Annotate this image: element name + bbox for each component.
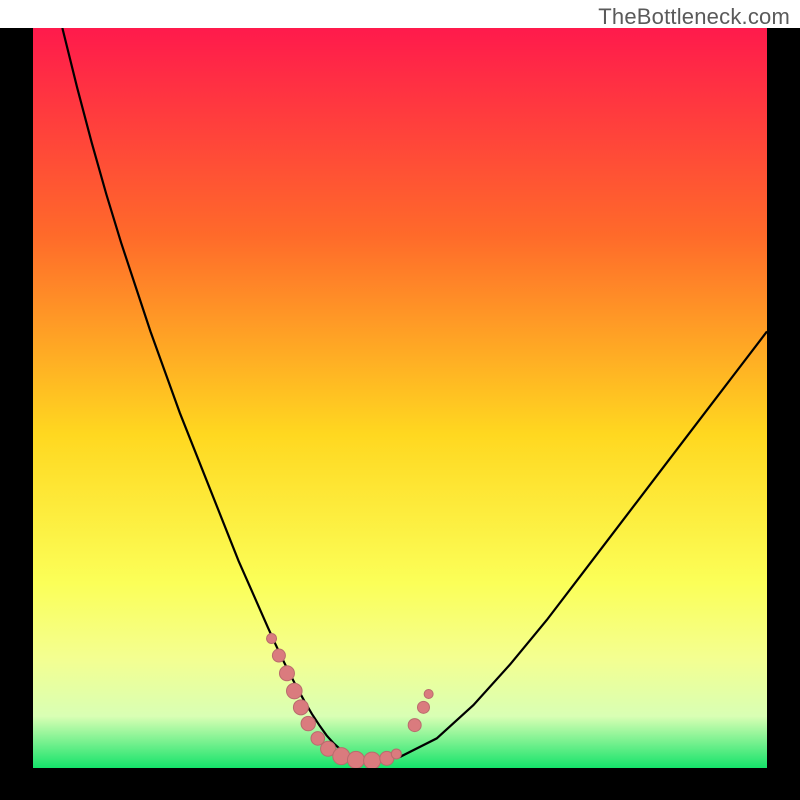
- data-marker: [391, 749, 401, 759]
- data-marker: [287, 683, 303, 699]
- data-marker: [267, 634, 277, 644]
- watermark-text: TheBottleneck.com: [598, 4, 790, 30]
- data-marker: [347, 751, 364, 768]
- chart-plot-area: [33, 28, 767, 768]
- data-marker: [417, 701, 429, 713]
- data-marker: [279, 666, 294, 681]
- data-marker: [364, 752, 381, 768]
- data-marker: [301, 716, 315, 730]
- data-marker: [333, 748, 350, 765]
- data-marker: [272, 649, 285, 662]
- data-marker: [424, 690, 433, 699]
- bottleneck-chart-svg: [33, 28, 767, 768]
- chart-frame: [0, 28, 800, 800]
- data-marker: [293, 700, 308, 715]
- gradient-background: [33, 28, 767, 768]
- data-marker: [408, 719, 421, 732]
